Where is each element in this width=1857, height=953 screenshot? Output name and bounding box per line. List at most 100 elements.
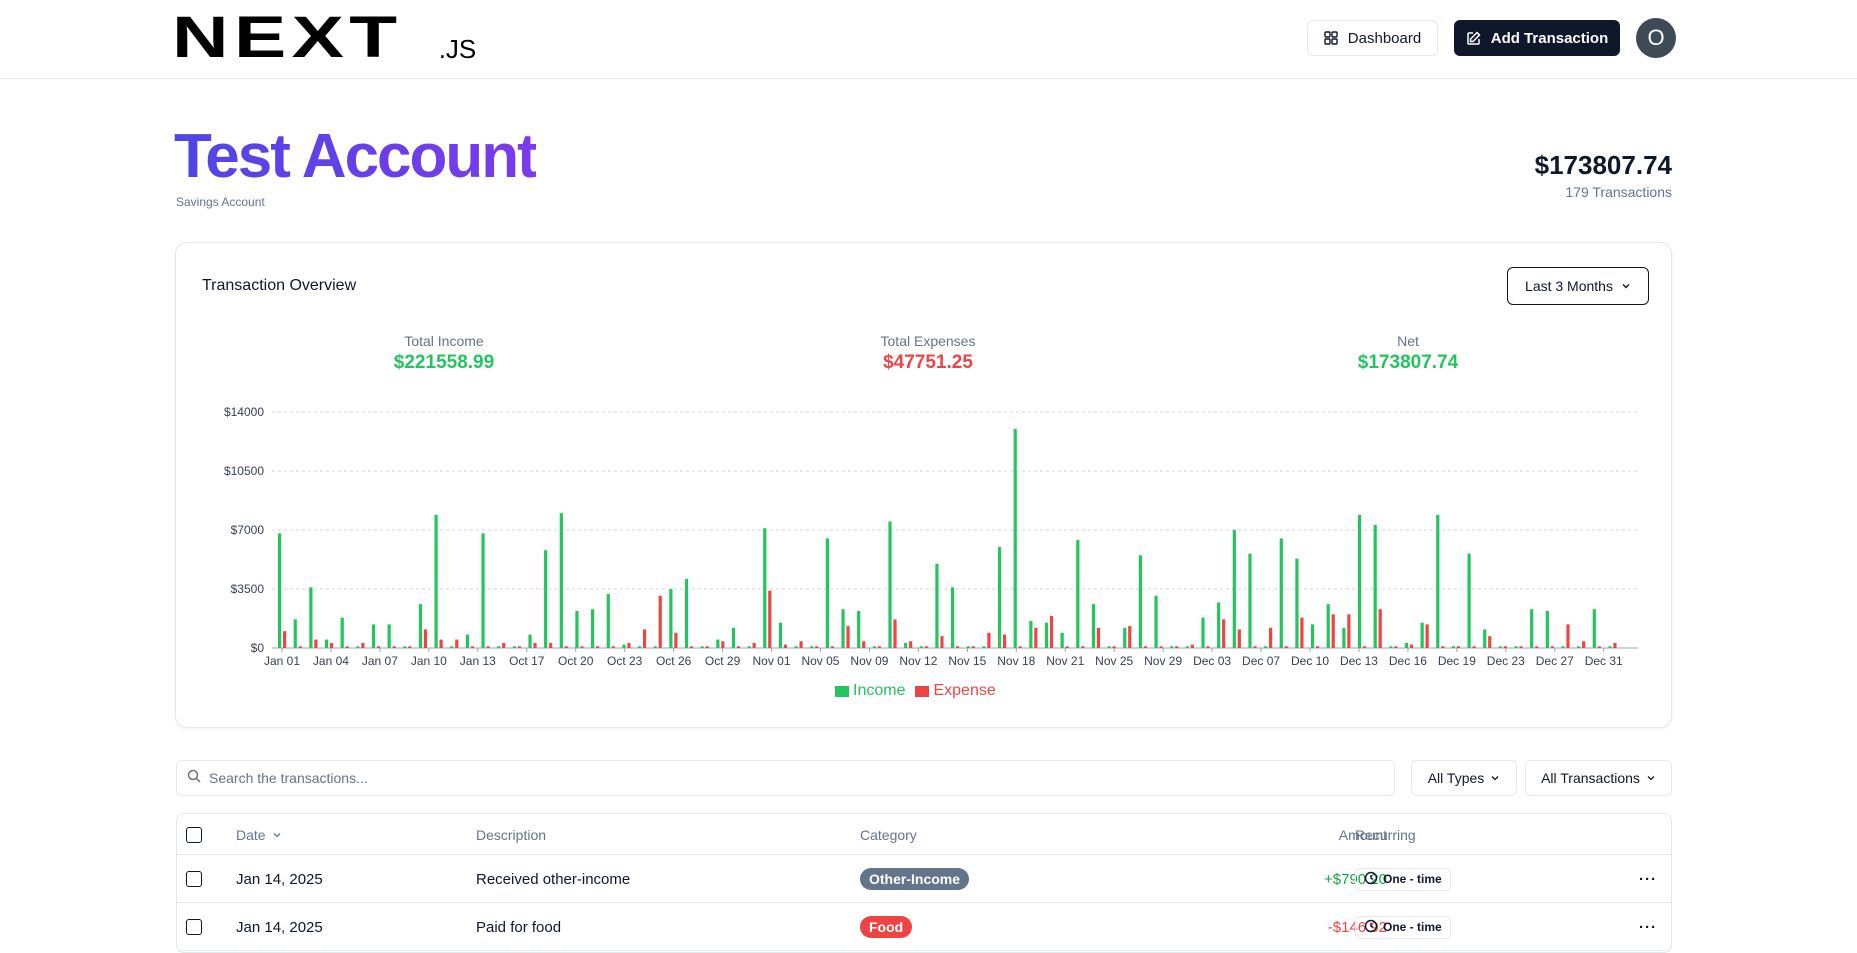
x-tick-label: Nov 18 (997, 654, 1035, 668)
expense-bar (345, 646, 349, 648)
recurring-filter-select[interactable]: All Transactions (1525, 760, 1672, 796)
recurring-column-header: Recurring (1355, 826, 1416, 843)
x-tick-label: Nov 05 (801, 654, 839, 668)
expense-bar (423, 629, 428, 648)
expense-bar (1159, 646, 1163, 648)
net-label: Net (1397, 333, 1419, 349)
date-range-select[interactable]: Last 3 Months (1507, 267, 1649, 305)
income-bar (653, 646, 657, 648)
table-row[interactable]: Jan 14, 2025 Received other-income Other… (177, 855, 1671, 903)
search-box (176, 760, 1395, 796)
income-bar (1107, 646, 1111, 648)
expense-bar (909, 641, 913, 648)
expense-bar (1441, 646, 1445, 648)
income-bar (1389, 646, 1393, 648)
table-row[interactable]: Jan 14, 2025 Paid for food Food -$146.92… (177, 903, 1671, 951)
expense-bar (470, 646, 475, 648)
income-bar (1154, 595, 1158, 648)
income-bar (778, 622, 783, 648)
expense-bar (1222, 619, 1226, 648)
clock-icon (1364, 919, 1378, 936)
expense-bar (1331, 614, 1335, 648)
expense-bar (877, 646, 881, 648)
income-bar (982, 646, 986, 648)
expense-bar (1206, 646, 1210, 648)
expense-bar (564, 646, 568, 648)
add-transaction-button[interactable]: Add Transaction (1454, 20, 1620, 56)
expense-bar (376, 646, 381, 648)
date-column-header[interactable]: Date (236, 814, 282, 855)
net-value: $173807.74 (1357, 352, 1459, 373)
expense-bar (924, 646, 928, 648)
legend-expense-swatch (915, 685, 930, 697)
income-bar (1436, 514, 1440, 648)
y-tick-label: $0 (251, 641, 265, 655)
income-bar (1310, 624, 1315, 648)
recurring-badge: One - time (1355, 867, 1451, 891)
income-bar (497, 646, 501, 648)
income-bar (997, 546, 1002, 648)
y-tick-label: $14000 (224, 405, 264, 419)
x-tick-label: Nov 15 (948, 654, 986, 668)
legend-income[interactable]: Income (835, 682, 905, 700)
income-bar (841, 609, 845, 648)
income-bar (371, 624, 376, 648)
category-column-header: Category (860, 826, 917, 843)
chevron-down-icon (1646, 770, 1656, 786)
x-tick-label: Oct 29 (705, 654, 741, 668)
expense-bar (408, 646, 412, 648)
category-badge: Food (860, 916, 913, 938)
expense-bar (502, 642, 506, 648)
expense-bar (627, 642, 631, 648)
user-avatar[interactable]: O (1636, 18, 1676, 58)
select-all-checkbox[interactable] (186, 826, 202, 843)
y-tick-label: $10500 (224, 464, 264, 478)
income-bar (1357, 514, 1362, 648)
income-bar (700, 646, 704, 648)
nextjs-logo[interactable]: NEXT .JS (172, 9, 477, 67)
x-tick-label: Oct 20 (558, 654, 594, 668)
x-tick-label: Dec 23 (1487, 654, 1525, 668)
income-bar (606, 594, 610, 648)
search-icon (187, 769, 201, 788)
expense-bar (283, 631, 287, 648)
x-tick-label: Dec 07 (1242, 654, 1280, 668)
expense-bar (768, 590, 772, 648)
income-bar (888, 521, 892, 648)
transaction-count: 179 Transactions (1565, 184, 1672, 200)
row-checkbox[interactable] (186, 871, 202, 887)
income-bar (387, 624, 391, 648)
expense-bar (1112, 646, 1116, 648)
expense-bar (862, 641, 866, 648)
row-date: Jan 14, 2025 (236, 870, 323, 888)
logo-suffix: .JS (438, 34, 477, 64)
row-actions-button[interactable]: ··· (1639, 903, 1657, 951)
income-bar (1013, 428, 1017, 648)
expense-bar (1175, 646, 1179, 648)
x-tick-label: Dec 31 (1585, 654, 1623, 668)
income-bar (1561, 646, 1565, 648)
income-bar (1044, 622, 1049, 648)
expense-bar (783, 644, 788, 648)
search-input[interactable] (209, 770, 1359, 786)
legend-expense[interactable]: Expense (915, 682, 996, 700)
edit-icon (1466, 30, 1481, 45)
chart-legend: Income Expense (835, 682, 996, 700)
expense-bar (846, 626, 850, 648)
chevron-down-icon (272, 827, 282, 843)
expense-bar (1253, 646, 1257, 648)
type-filter-select[interactable]: All Types (1411, 760, 1517, 796)
expense-bar (1049, 615, 1054, 648)
row-checkbox[interactable] (186, 919, 202, 935)
row-actions-button[interactable]: ··· (1639, 855, 1657, 903)
income-bar (575, 610, 579, 648)
x-tick-label: Oct 17 (509, 654, 545, 668)
expense-bar (533, 642, 537, 648)
x-tick-label: Dec 19 (1438, 654, 1476, 668)
dashboard-button[interactable]: Dashboard (1307, 20, 1438, 56)
table-header-row: Date Description Category Amount Recurri… (177, 814, 1671, 855)
expense-bar (361, 642, 365, 648)
total-income-value: $221558.99 (393, 352, 495, 373)
expense-bar (721, 641, 725, 648)
income-bar (1467, 553, 1471, 648)
